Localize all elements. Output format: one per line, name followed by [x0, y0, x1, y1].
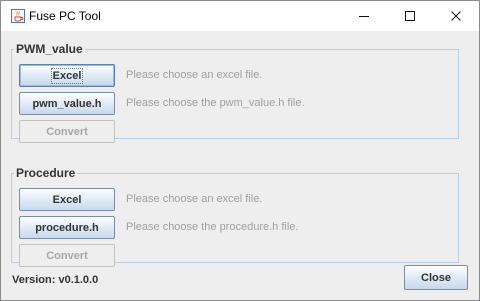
- procedure-h-button[interactable]: procedure.h: [19, 216, 115, 239]
- pwm-value-h-hint: Please choose the pwm_value.h file.: [126, 97, 305, 109]
- pwm-value-h-button[interactable]: pwm_value.h: [19, 92, 115, 115]
- procedure-h-hint: Please choose the procedure.h file.: [126, 221, 299, 233]
- pwm-convert-button[interactable]: Convert: [19, 120, 115, 143]
- close-window-button[interactable]: [433, 1, 479, 31]
- window-title: Fuse PC Tool: [29, 9, 101, 23]
- minimize-button[interactable]: [341, 1, 387, 31]
- maximize-button[interactable]: [387, 1, 433, 31]
- pwm-excel-button[interactable]: Excel: [19, 64, 115, 87]
- app-window: Fuse PC Tool PWM_value Excel Please choo…: [0, 0, 480, 301]
- close-icon: [451, 11, 461, 21]
- pwm-excel-button-label: Excel: [50, 67, 84, 84]
- procedure-group: Procedure Excel Please choose an excel f…: [11, 166, 459, 267]
- pwm-value-legend: PWM_value: [16, 42, 83, 56]
- procedure-legend: Procedure: [16, 166, 76, 180]
- java-app-icon: [11, 9, 25, 23]
- procedure-excel-button-label: Excel: [52, 193, 82, 206]
- procedure-convert-button-label: Convert: [46, 249, 88, 262]
- minimize-icon: [359, 16, 369, 17]
- version-label: Version: v0.1.0.0: [12, 274, 99, 286]
- pwm-excel-hint: Please choose an excel file.: [126, 69, 263, 81]
- procedure-convert-button[interactable]: Convert: [19, 244, 115, 267]
- close-button-label: Close: [421, 271, 451, 284]
- procedure-h-button-label: procedure.h: [35, 221, 99, 234]
- maximize-icon: [405, 11, 415, 21]
- close-button[interactable]: Close: [404, 265, 468, 290]
- title-bar: Fuse PC Tool: [1, 1, 479, 31]
- content-area: PWM_value Excel Please choose an excel f…: [1, 31, 479, 300]
- pwm-value-h-button-label: pwm_value.h: [32, 97, 102, 110]
- pwm-convert-button-label: Convert: [46, 125, 88, 138]
- procedure-excel-button[interactable]: Excel: [19, 188, 115, 211]
- procedure-excel-hint: Please choose an excel file.: [126, 193, 263, 205]
- pwm-value-group: PWM_value Excel Please choose an excel f…: [11, 42, 459, 143]
